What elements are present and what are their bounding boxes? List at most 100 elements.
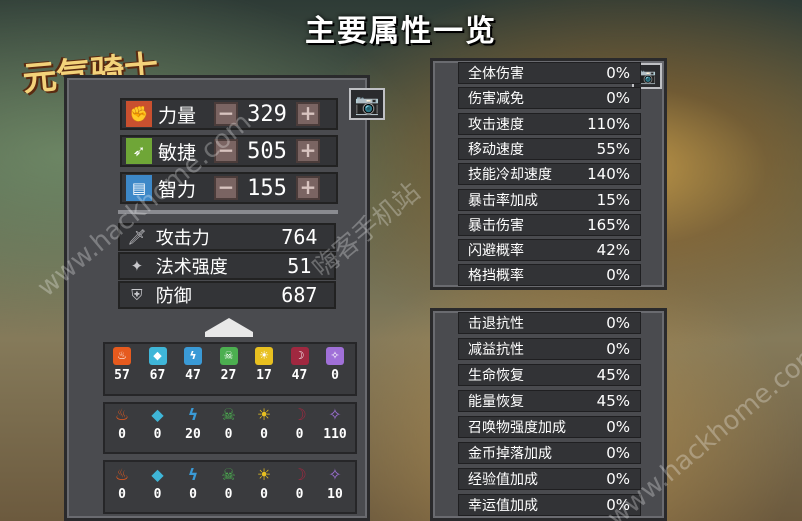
increase-button[interactable]: + [296, 102, 320, 126]
stat-value: 505 [247, 138, 287, 164]
element-cell: ϟ 47 [176, 347, 210, 383]
derived-stat-row-0: 🗡 攻击力 764 [118, 223, 336, 251]
element-value: 0 [153, 487, 162, 502]
element-value: 0 [153, 427, 162, 442]
light-icon: ☀ [256, 405, 272, 424]
attribute-value: 165% [587, 215, 630, 234]
attribute-label: 能量恢复 [468, 394, 524, 410]
fire-icon: ♨ [114, 465, 130, 484]
increase-button[interactable]: + [296, 139, 320, 163]
stat-value: 155 [247, 175, 287, 201]
camera-icon: 📷 [354, 92, 380, 116]
arcane-icon: ✧ [328, 405, 342, 424]
ice-icon: ◆ [148, 347, 167, 365]
stat-row-2: ▤ 智力 −155 + [120, 172, 338, 204]
ice-icon: ◆ [151, 465, 164, 484]
collapse-arrow-bar[interactable] [205, 332, 253, 337]
attribute-row: 伤害减免 0% [458, 87, 641, 110]
attribute-value: 0% [606, 418, 630, 436]
element-value: 27 [220, 368, 237, 383]
element-cell: ♨ 0 [105, 406, 139, 443]
stat-label: 防御 [155, 286, 192, 307]
book-icon: ▤ [126, 175, 152, 201]
element-cell: ♨ 0 [105, 465, 139, 503]
element-value: 47 [185, 368, 201, 383]
attribute-value: 0% [606, 89, 630, 108]
attribute-value: 0% [606, 470, 630, 488]
element-value: 0 [260, 427, 268, 442]
element-cell: ☽ 47 [283, 347, 317, 383]
attribute-row: 召唤物强度加成 0% [458, 416, 641, 438]
element-cell: ◆ 0 [141, 405, 175, 443]
attribute-label: 技能冷却速度 [468, 167, 552, 184]
dark-icon: ☽ [292, 405, 307, 424]
element-value: 67 [149, 368, 166, 383]
attribute-row: 闪避概率 42% [458, 239, 641, 262]
screenshot-button[interactable]: 📷 [349, 88, 385, 120]
element-cell: ☠ 0 [212, 465, 246, 503]
wand-icon: ✦ [130, 257, 144, 275]
element-value: 20 [185, 427, 201, 442]
arcane-icon: ✧ [326, 347, 344, 365]
attribute-label: 全体伤害 [468, 66, 524, 82]
element-cell: ◆ 67 [141, 347, 175, 383]
decrease-button[interactable]: − [214, 176, 238, 200]
attribute-value: 0% [606, 496, 630, 514]
attribute-label: 移动速度 [468, 141, 524, 158]
element-value: 0 [118, 427, 126, 442]
attribute-row: 幸运值加成 0% [458, 494, 641, 516]
collapse-arrow-icon[interactable] [205, 318, 253, 332]
attribute-value: 45% [596, 392, 630, 410]
attribute-label: 幸运值加成 [468, 498, 538, 514]
poison-icon: ☠ [221, 405, 236, 424]
element-cell: ✧ 10 [318, 466, 352, 503]
dark-icon: ☽ [292, 465, 307, 484]
attribute-value: 45% [596, 366, 630, 384]
attribute-label: 闪避概率 [468, 243, 524, 260]
attribute-value: 0% [606, 266, 630, 285]
attribute-label: 暴击伤害 [468, 217, 524, 234]
element-value: 17 [256, 368, 272, 383]
decrease-button[interactable]: − [214, 102, 238, 126]
attribute-label: 伤害减免 [468, 91, 524, 108]
derived-stat-row-1: ✦ 法术强度 51 [118, 252, 336, 280]
element-value: 0 [118, 487, 126, 502]
attribute-row: 攻击速度 110% [458, 112, 641, 135]
element-value: 10 [327, 487, 343, 502]
element-cell: ☽ 0 [283, 465, 317, 503]
attribute-row: 技能冷却速度 140% [458, 163, 641, 186]
page-title: 主要属性一览 [305, 14, 497, 49]
element-cell: ☀ 17 [247, 347, 281, 383]
fist-icon: ✊ [126, 101, 152, 127]
stat-value: 687 [281, 283, 318, 307]
element-cell: ☠ 27 [212, 347, 246, 383]
increase-button[interactable]: + [296, 176, 320, 200]
lightning-icon: ϟ [184, 347, 202, 365]
light-icon: ☀ [255, 347, 273, 365]
attribute-row: 金币掉落加成 0% [458, 442, 641, 464]
attribute-label: 攻击速度 [468, 116, 524, 133]
attribute-row: 能量恢复 45% [458, 390, 641, 412]
lightning-icon: ϟ [187, 465, 199, 484]
feather-icon: ➶ [126, 138, 152, 164]
poison-icon: ☠ [221, 465, 236, 484]
attribute-label: 金币掉落加成 [468, 446, 552, 462]
stat-label: 敏捷 [158, 141, 197, 164]
element-value: 110 [323, 427, 347, 442]
attribute-value: 42% [596, 241, 630, 260]
attribute-row: 格挡概率 0% [458, 264, 641, 287]
element-cell: ☀ 0 [247, 405, 281, 443]
attribute-row: 全体伤害 0% [458, 62, 641, 84]
element-cell: ☠ 0 [212, 405, 246, 443]
attribute-value: 0% [606, 340, 630, 358]
stats-divider [118, 210, 338, 214]
stat-value: 51 [287, 254, 312, 278]
stat-label: 攻击力 [155, 228, 210, 249]
derived-stat-row-2: ⛨ 防御 687 [118, 281, 336, 309]
element-value: 0 [295, 487, 304, 502]
decrease-button[interactable]: − [214, 139, 238, 163]
element-cell: ◆ 0 [141, 465, 175, 503]
element-cell: ϟ0 [176, 465, 210, 503]
dark-icon: ☽ [290, 347, 309, 365]
ice-icon: ◆ [151, 405, 164, 424]
